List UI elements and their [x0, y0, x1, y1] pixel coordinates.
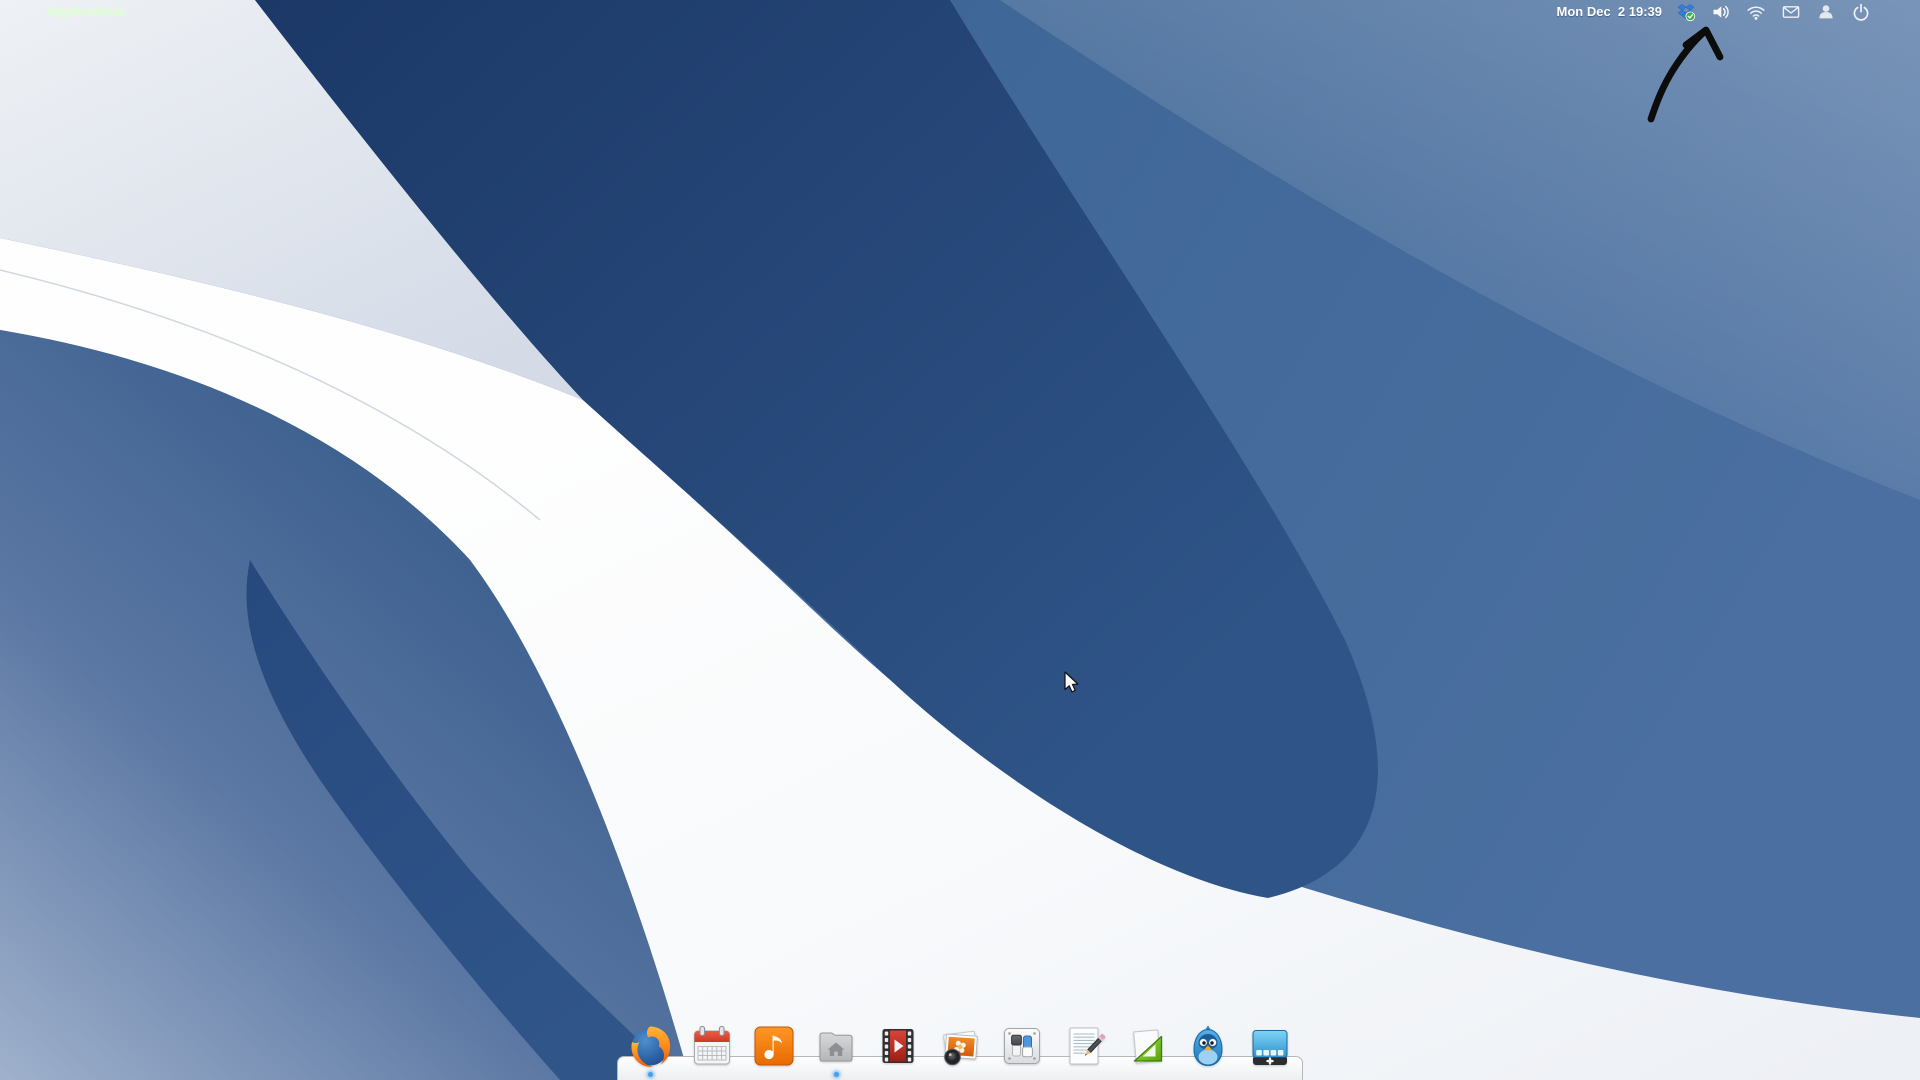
photos-icon	[936, 1022, 984, 1070]
dock-item-text-editor[interactable]	[1060, 1022, 1108, 1070]
volume-icon[interactable]	[1711, 2, 1731, 22]
set-square-icon	[1122, 1022, 1170, 1070]
top-panel: Applications Mon Dec 2 19:39	[0, 0, 1920, 24]
panel-clock[interactable]: Mon Dec 2 19:39	[1557, 0, 1663, 24]
system-tray	[1676, 0, 1871, 24]
dock-item-calendar[interactable]	[688, 1022, 736, 1070]
dock-running-dot	[648, 1072, 653, 1077]
firefox-icon	[626, 1022, 674, 1070]
dropbox-status-icon[interactable]	[1676, 2, 1696, 22]
applications-menu-button[interactable]: Applications	[47, 0, 125, 24]
dock-item-videos[interactable]	[874, 1022, 922, 1070]
power-icon[interactable]	[1851, 2, 1871, 22]
text-editor-icon	[1060, 1022, 1108, 1070]
dock-item-firefox[interactable]	[626, 1022, 674, 1070]
dock-item-files[interactable]	[812, 1022, 860, 1070]
files-icon	[812, 1022, 860, 1070]
desktop: Applications Mon Dec 2 19:39	[0, 0, 1920, 1080]
videos-icon	[874, 1022, 922, 1070]
calendar-icon	[688, 1022, 736, 1070]
wallpaper	[0, 0, 1920, 1080]
dock-item-music[interactable]	[750, 1022, 798, 1070]
dock-item-birdie[interactable]	[1184, 1022, 1232, 1070]
bird-icon	[1184, 1022, 1232, 1070]
mail-icon[interactable]	[1781, 2, 1801, 22]
dock-item-draw[interactable]	[1122, 1022, 1170, 1070]
music-icon	[750, 1022, 798, 1070]
dock-icon-row	[626, 1022, 1294, 1070]
dock-item-photos[interactable]	[936, 1022, 984, 1070]
user-icon[interactable]	[1816, 2, 1836, 22]
wifi-icon[interactable]	[1746, 2, 1766, 22]
settings-icon	[998, 1022, 1046, 1070]
dock-running-dot	[834, 1072, 839, 1077]
dock-item-workspaces[interactable]	[1246, 1022, 1294, 1070]
dock-item-settings[interactable]	[998, 1022, 1046, 1070]
workspaces-icon	[1246, 1022, 1294, 1070]
